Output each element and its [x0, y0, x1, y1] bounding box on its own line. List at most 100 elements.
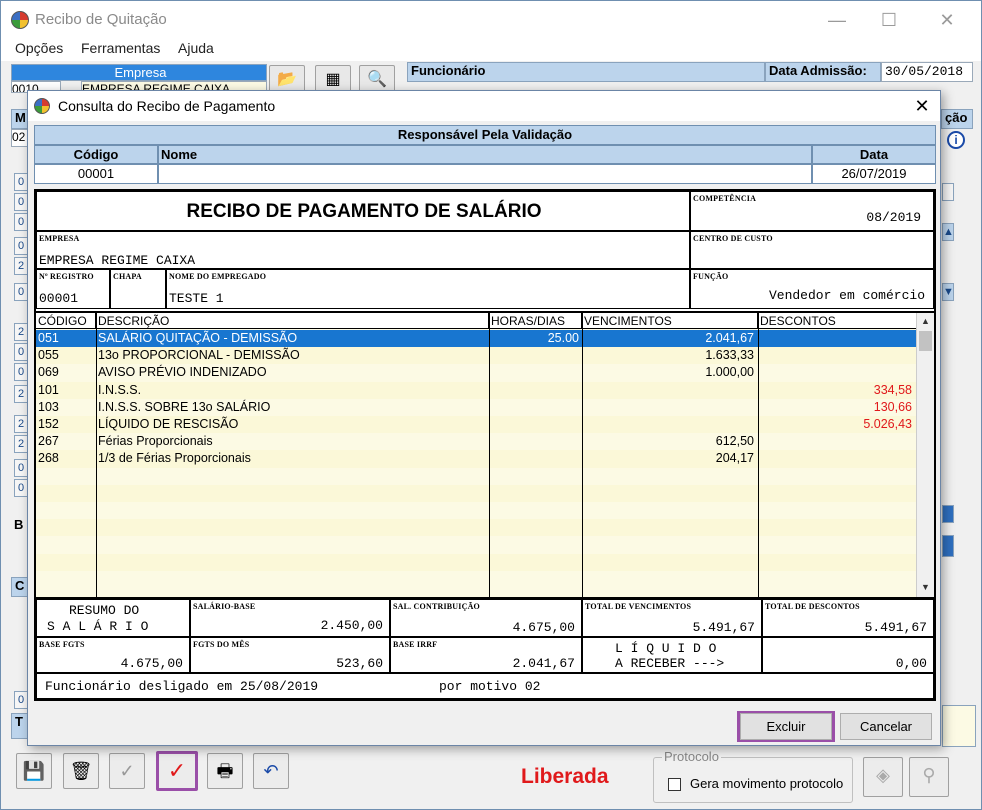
table-row[interactable]: 103 I.N.S.S. SOBRE 13o SALÁRIO 130,66 [36, 398, 916, 416]
scroll-down-icon[interactable]: ▼ [917, 579, 934, 596]
receipt-dialog: Consulta do Recibo de Pagamento ✕ Respon… [27, 90, 941, 746]
undo-icon[interactable]: ↶ [253, 753, 289, 789]
table-row[interactable]: 055 13o PROPORCIONAL - DEMISSÃO 1.633,33 [36, 347, 916, 365]
cancelar-button[interactable]: Cancelar [840, 713, 932, 740]
funcao-label: FUNÇÃO [693, 272, 729, 281]
print-icon[interactable]: 🖶 [207, 753, 243, 789]
left-num: 2 [14, 257, 28, 275]
total-descontos-value: 5.491,67 [864, 620, 927, 635]
side-label-cao: ção [941, 109, 973, 129]
scroll-thumb[interactable] [919, 331, 932, 351]
cell-horas [491, 450, 579, 467]
cell-vencimentos: 612,50 [715, 434, 754, 449]
col-codigo[interactable]: CÓDIGO [36, 313, 96, 329]
left-num: 0 [14, 213, 28, 231]
left-num: 0 [14, 363, 28, 381]
items-grid[interactable]: CÓDIGO DESCRIÇÃO HORAS/DIAS VENCIMENTOS … [36, 311, 934, 599]
base-irrf-label: BASE IRRF [393, 640, 438, 649]
cell-descontos: 130,66 [873, 399, 912, 414]
table-row[interactable] [36, 519, 916, 537]
col-descontos[interactable]: DESCONTOS [758, 313, 916, 329]
trash-icon[interactable]: 🗑 [63, 753, 99, 789]
cell-codigo: 051 [38, 331, 59, 345]
resumo-cell: RESUMO DO S A L Á R I O [36, 599, 190, 637]
table-row[interactable] [36, 484, 916, 502]
empresa-cell: EMPRESA EMPRESA REGIME CAIXA [36, 231, 690, 269]
info-icon[interactable]: i [947, 131, 965, 149]
left-num: 2 [14, 323, 28, 341]
cell-horas [491, 399, 579, 416]
cell-horas: 25.00 [547, 331, 579, 345]
col-vencimentos[interactable]: VENCIMENTOS [582, 313, 758, 329]
competencia-value: 08/2019 [866, 210, 921, 225]
protocolo-title: Protocolo [662, 749, 721, 764]
fgts-mes-label: FGTS DO MÊS [193, 640, 250, 649]
liquido-label-cell: L Í Q U I D O A RECEBER ---> [582, 637, 762, 673]
grid-scrollbar[interactable]: ▲ ▼ [916, 313, 934, 597]
app-icon [11, 11, 29, 29]
table-row[interactable] [36, 536, 916, 554]
liquido-line2: A RECEBER ---> [615, 656, 725, 671]
user-search-icon[interactable]: ⚲ [909, 757, 949, 797]
total-descontos-cell: TOTAL DE DESCONTOS 5.491,67 [762, 599, 934, 637]
cell-horas [491, 347, 579, 364]
right-scroll-up-icon[interactable]: ▲ [942, 223, 954, 241]
table-row[interactable] [36, 502, 916, 520]
right-scroll-down-icon[interactable]: ▼ [942, 283, 954, 301]
check-release-icon[interactable]: ✓ [156, 751, 198, 791]
cell-horas [491, 364, 579, 381]
cell-descricao: SALÁRIO QUITAÇÃO - DEMISSÃO [98, 331, 298, 345]
col-descricao[interactable]: DESCRIÇÃO [96, 313, 489, 329]
cell-descontos [760, 433, 912, 450]
table-row[interactable]: 267 Férias Proporcionais 612,50 [36, 433, 916, 451]
table-row[interactable] [36, 570, 916, 588]
table-row[interactable]: 069 AVISO PRÉVIO INDENIZADO 1.000,00 [36, 364, 916, 382]
cell-codigo: 069 [38, 365, 59, 380]
protocolo-checkbox[interactable] [668, 778, 681, 791]
total-vencimentos-cell: TOTAL DE VENCIMENTOS 5.491,67 [582, 599, 762, 637]
salario-base-cell: SALÁRIO-BASE 2.450,00 [190, 599, 390, 637]
liquido-cell: 0,00 [762, 637, 934, 673]
minimize-button[interactable]: — [817, 7, 857, 33]
cell-descontos [760, 330, 912, 347]
cell-vencimentos [584, 416, 754, 433]
cell-descontos [760, 364, 912, 381]
bottom-toolbar: 💾 🗑 ✓ ✓ 🖶 ↶ Liberada Protocolo Gera movi… [1, 749, 981, 809]
data-admissao-label: Data Admissão: [765, 62, 881, 82]
table-row[interactable]: 152 LÍQUIDO DE RESCISÃO 5.026,43 [36, 416, 916, 434]
scroll-up-icon[interactable]: ▲ [917, 313, 934, 330]
cell-vencimentos: 204,17 [715, 451, 754, 466]
nome-empregado-label: NOME DO EMPREGADO [169, 272, 267, 281]
col-horas[interactable]: HORAS/DIAS [489, 313, 582, 329]
check-disabled-icon[interactable]: ✓ [109, 753, 145, 789]
right-num [942, 183, 954, 201]
validation-data: 26/07/2019 [812, 164, 936, 184]
dialog-close-button[interactable]: ✕ [908, 94, 936, 118]
table-row[interactable]: 268 1/3 de Férias Proporcionais 204,17 [36, 450, 916, 468]
cancelar-label: Cancelar [859, 719, 913, 734]
table-row[interactable]: 051 SALÁRIO QUITAÇÃO - DEMISSÃO 25.00 2.041… [36, 330, 916, 348]
cell-descricao: 13o PROPORCIONAL - DEMISSÃO [98, 348, 300, 363]
cell-vencimentos: 1.633,33 [705, 348, 754, 363]
close-button[interactable]: ✕ [927, 7, 967, 33]
registro-value: 00001 [39, 291, 79, 306]
left-num: 2 [14, 385, 28, 403]
cell-codigo: 101 [38, 382, 59, 397]
diamond-icon[interactable]: ◈ [863, 757, 903, 797]
menu-ajuda[interactable]: Ajuda [178, 40, 214, 56]
cell-descricao: I.N.S.S. [98, 382, 142, 397]
menu-ferramentas[interactable]: Ferramentas [81, 40, 160, 56]
dialog-title: Consulta do Recibo de Pagamento [58, 98, 276, 114]
left-num: 0 [14, 479, 28, 497]
table-row[interactable] [36, 553, 916, 571]
save-icon[interactable]: 💾 [16, 753, 52, 789]
menu-opcoes[interactable]: Opções [15, 40, 63, 56]
grid-divider [489, 313, 490, 597]
excluir-button[interactable]: Excluir [740, 713, 832, 740]
table-row[interactable] [36, 467, 916, 485]
maximize-button[interactable]: ☐ [869, 7, 909, 33]
base-irrf-value: 2.041,67 [512, 656, 575, 671]
validation-header: Responsável Pela Validação [34, 125, 936, 145]
table-row[interactable]: 101 I.N.S.S. 334,58 [36, 381, 916, 399]
cell-codigo: 055 [38, 348, 59, 363]
